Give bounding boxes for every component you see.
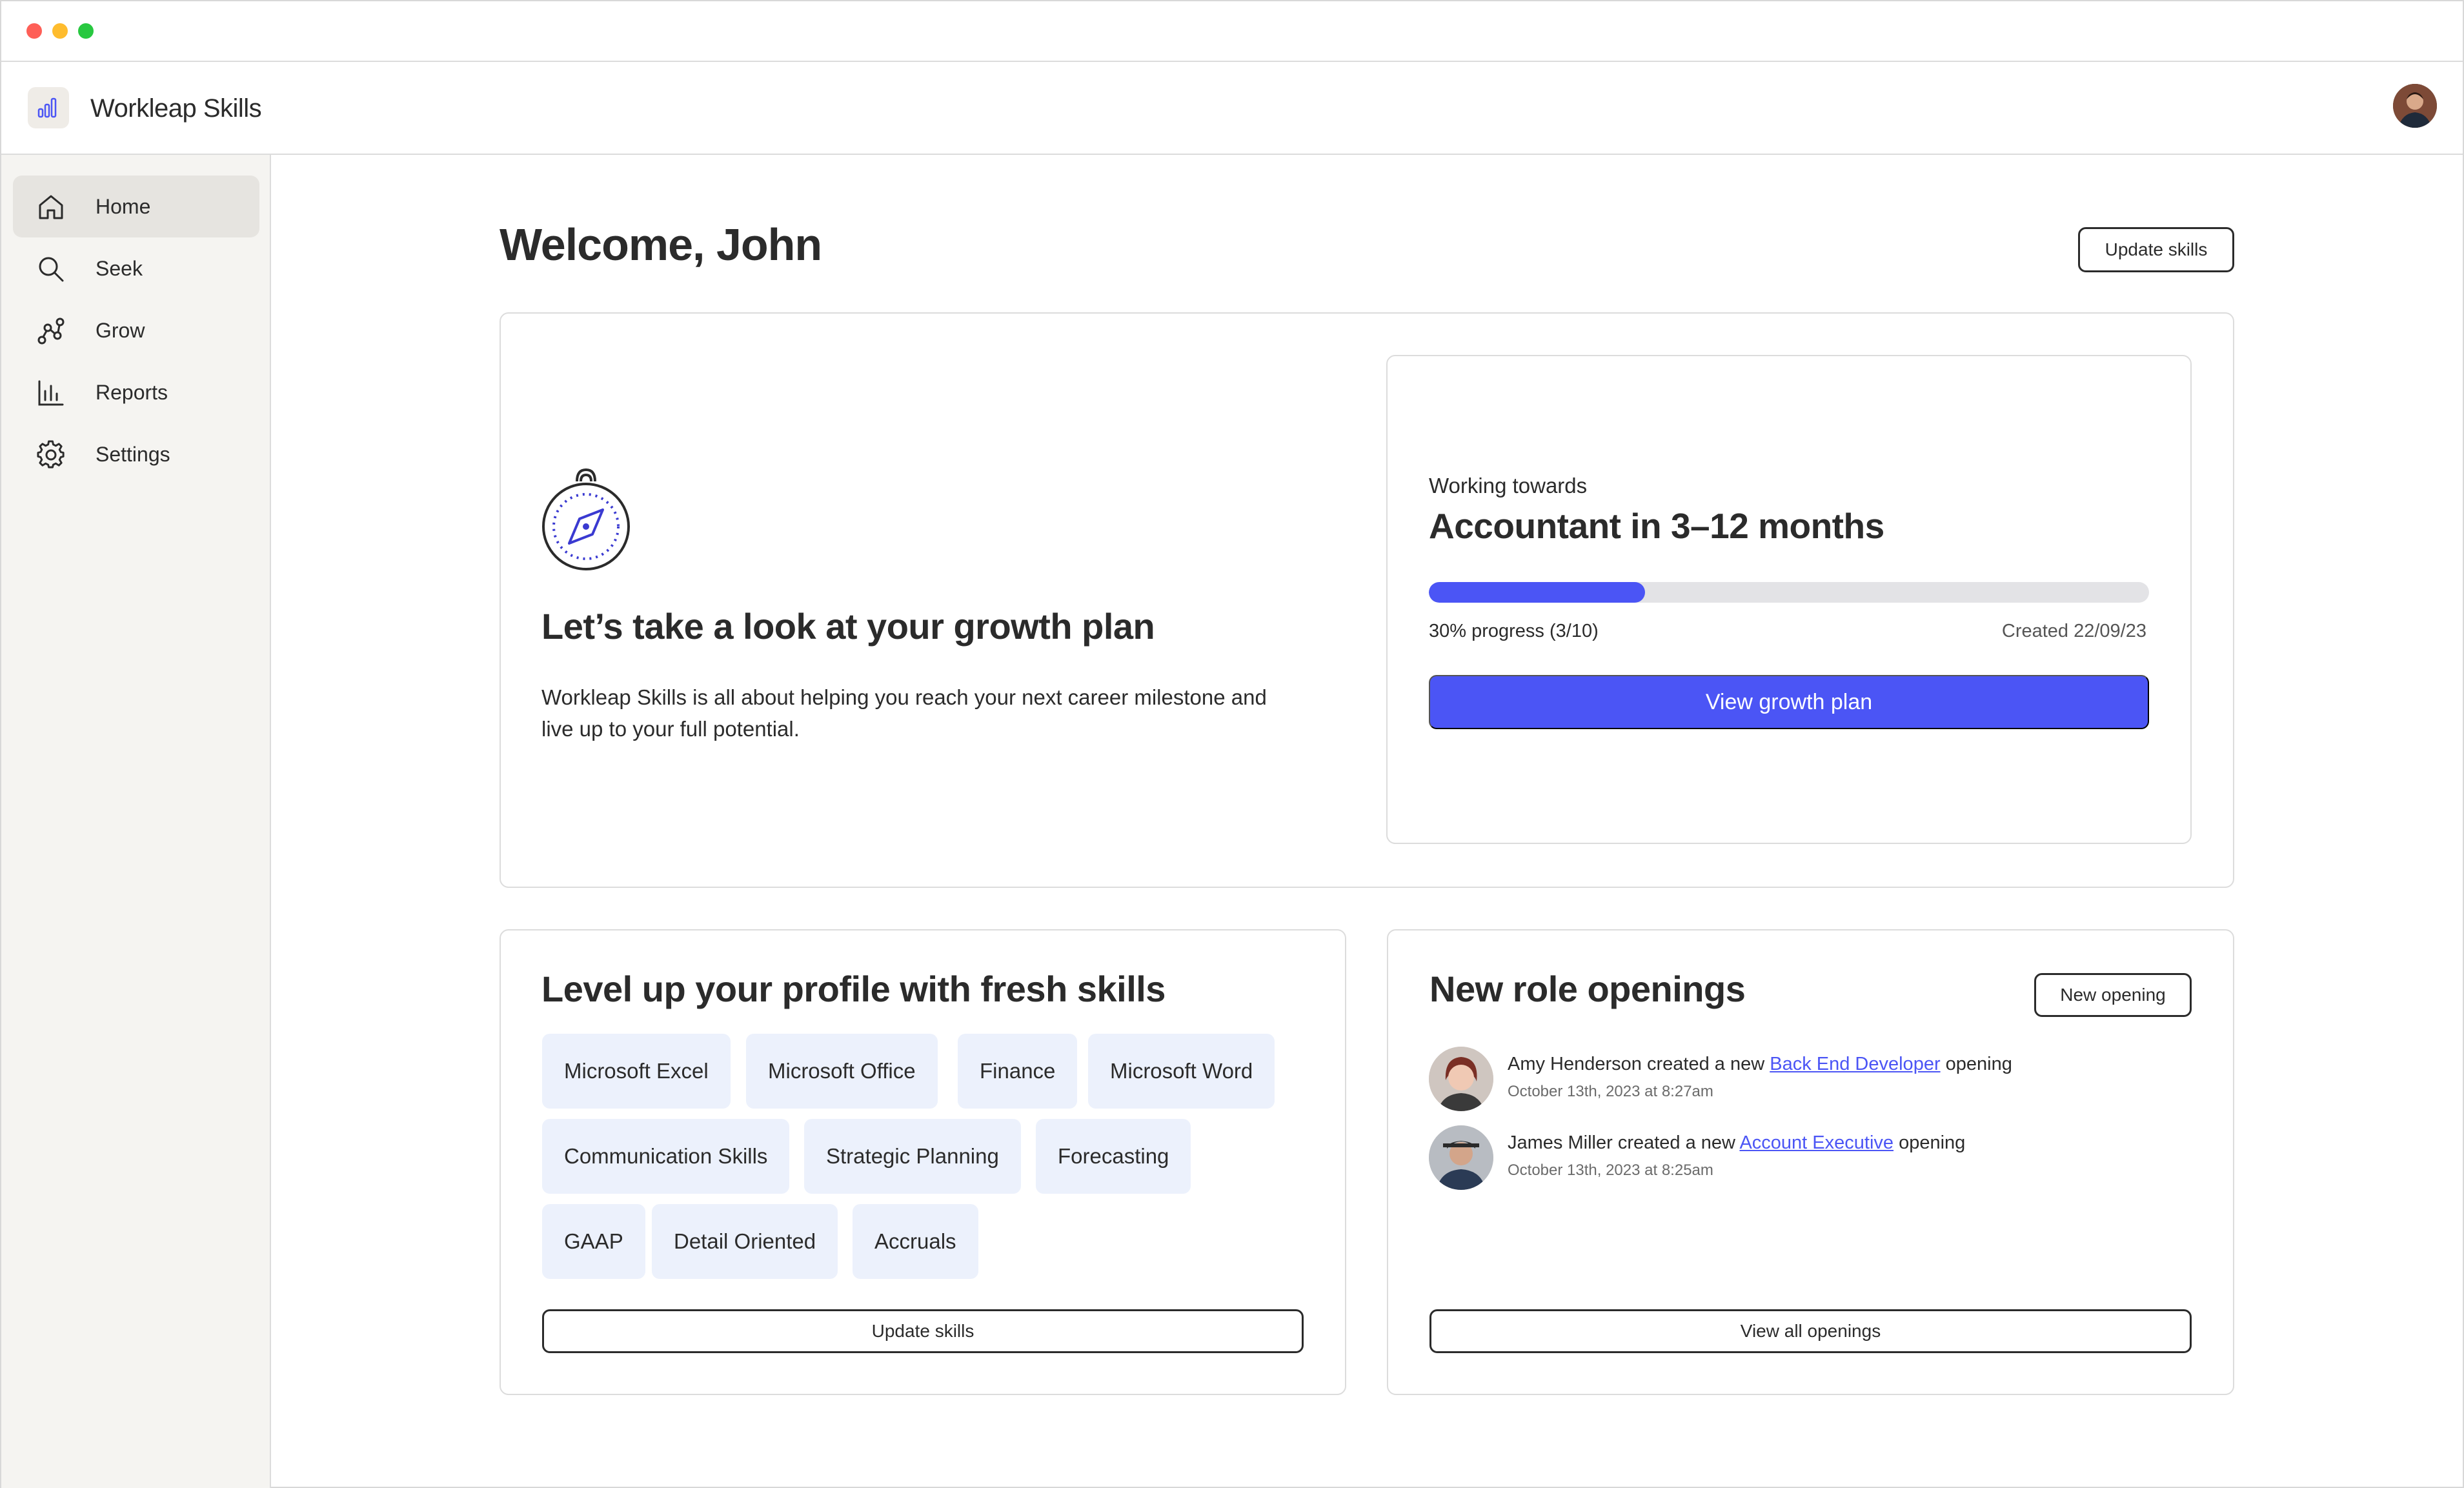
sidebar-item-reports[interactable]: Reports xyxy=(13,361,259,423)
maximize-window-button[interactable] xyxy=(78,23,94,39)
minimize-window-button[interactable] xyxy=(52,23,68,39)
growth-progress-fill xyxy=(1429,582,1645,603)
skill-chip[interactable]: Detail Oriented xyxy=(652,1204,838,1279)
opening-time: October 13th, 2023 at 8:25am xyxy=(1508,1161,1713,1179)
sidebar-item-grow[interactable]: Grow xyxy=(13,299,259,361)
skill-chip[interactable]: Microsoft Word xyxy=(1088,1034,1275,1109)
page-title: Welcome, John xyxy=(500,219,822,270)
opening-role-link[interactable]: Account Executive xyxy=(1739,1132,1893,1153)
goal-title: Accountant in 3–12 months xyxy=(1429,506,1884,546)
update-skills-button[interactable]: Update skills xyxy=(542,1309,1304,1353)
skill-chip[interactable]: Microsoft Office xyxy=(746,1034,938,1109)
growth-progress-bar xyxy=(1429,582,2149,603)
skill-chip[interactable]: Forecasting xyxy=(1036,1119,1191,1194)
opening-verb: created a new xyxy=(1647,1054,1765,1074)
opening-time: October 13th, 2023 at 8:27am xyxy=(1508,1083,1713,1100)
progress-text: 30% progress (3/10) xyxy=(1429,621,1599,641)
app-logo-icon[interactable] xyxy=(28,87,69,128)
sidebar-item-label: Seek xyxy=(96,257,143,280)
grow-icon xyxy=(37,317,65,345)
opening-user: James Miller xyxy=(1508,1132,1613,1153)
opening-verb: created a new xyxy=(1617,1132,1735,1153)
skill-chip[interactable]: Microsoft Excel xyxy=(542,1034,731,1109)
search-icon xyxy=(39,257,64,282)
app-title: Workleap Skills xyxy=(90,94,262,123)
growth-plan-title: Let’s take a look at your growth plan xyxy=(541,606,1155,647)
opening-suffix: opening xyxy=(1899,1132,1966,1153)
opening-description: James Miller created a new Account Execu… xyxy=(1508,1131,1965,1155)
working-towards-label: Working towards xyxy=(1429,474,1588,498)
skill-chip[interactable]: Accruals xyxy=(853,1204,978,1279)
opening-role-link[interactable]: Back End Developer xyxy=(1770,1054,1940,1074)
view-all-openings-button[interactable]: View all openings xyxy=(1429,1309,2192,1353)
sidebar-item-label: Grow xyxy=(96,319,145,342)
sidebar-item-home[interactable]: Home xyxy=(13,176,259,237)
skill-chip[interactable]: Strategic Planning xyxy=(804,1119,1021,1194)
opening-description: Amy Henderson created a new Back End Dev… xyxy=(1508,1052,2012,1076)
sidebar: Home Seek Grow Reports Settings xyxy=(1,155,271,1488)
bar-chart-icon xyxy=(38,380,64,406)
new-opening-button[interactable]: New opening xyxy=(2034,973,2192,1017)
close-window-button[interactable] xyxy=(26,23,42,39)
opening-suffix: opening xyxy=(1945,1054,2012,1074)
openings-section-title: New role openings xyxy=(1429,969,1746,1009)
sidebar-item-label: Reports xyxy=(96,381,168,404)
created-date: Created 22/09/23 xyxy=(2001,621,2146,641)
opening-user: Amy Henderson xyxy=(1508,1054,1642,1074)
avatar[interactable] xyxy=(1429,1047,1493,1111)
home-icon xyxy=(39,195,63,219)
opening-item: James Miller created a new Account Execu… xyxy=(1429,1125,2165,1190)
update-skills-header-button[interactable]: Update skills xyxy=(2078,227,2234,272)
growth-plan-description: Workleap Skills is all about helping you… xyxy=(541,685,1267,741)
skill-chip[interactable]: Finance xyxy=(958,1034,1078,1109)
sidebar-item-seek[interactable]: Seek xyxy=(13,237,259,299)
gear-icon xyxy=(37,440,65,468)
sidebar-item-label: Home xyxy=(96,195,151,218)
view-growth-plan-button[interactable]: View growth plan xyxy=(1429,675,2149,729)
opening-item: Amy Henderson created a new Back End Dev… xyxy=(1429,1047,2165,1111)
skill-chip[interactable]: Communication Skills xyxy=(542,1119,790,1194)
avatar[interactable] xyxy=(1429,1125,1493,1190)
window-titlebar xyxy=(1,1,2463,62)
app-header: Workleap Skills xyxy=(1,62,2463,155)
app-window: Workleap Skills Home Seek Grow Reports S… xyxy=(0,0,2464,1488)
compass-icon xyxy=(542,468,630,570)
user-avatar[interactable] xyxy=(2393,84,2437,128)
sidebar-item-settings[interactable]: Settings xyxy=(13,423,259,485)
skills-section-title: Level up your profile with fresh skills xyxy=(541,969,1166,1009)
sidebar-item-label: Settings xyxy=(96,443,170,466)
skill-chip[interactable]: GAAP xyxy=(542,1204,645,1279)
